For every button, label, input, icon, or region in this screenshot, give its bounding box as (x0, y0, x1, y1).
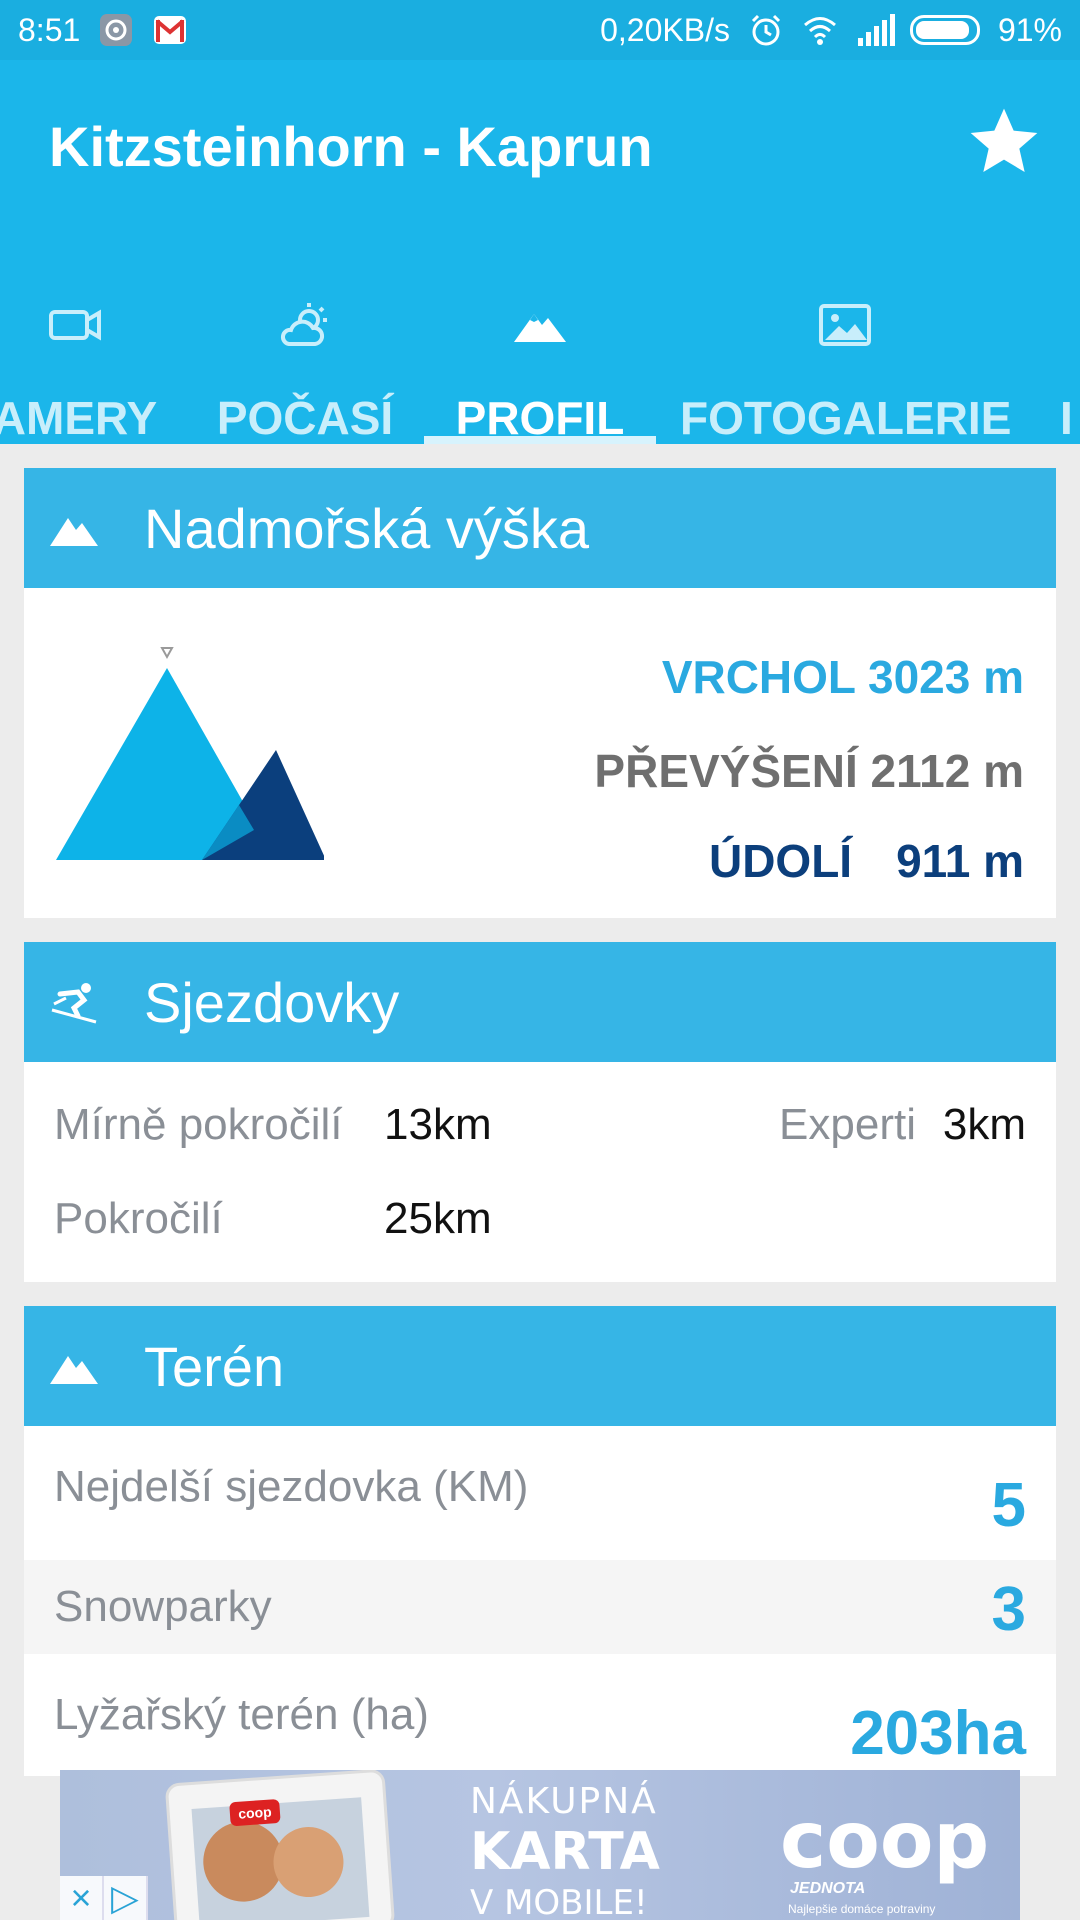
valley-label: ÚDOLÍ (708, 835, 853, 887)
tab-fotogalerie[interactable]: FOTOGALERIE (680, 260, 1012, 444)
terrain-row: Nejdelší sjezdovka (KM) 5 (24, 1426, 1056, 1560)
altitude-body: VRCHOL 3023 m PŘEVÝŠENÍ 2112 m ÚDOLÍ 911 … (24, 588, 1056, 918)
network-speed: 0,20KB/s (600, 11, 730, 48)
terrain-label: Nejdelší sjezdovka (KM) (54, 1462, 529, 1511)
ad-brand-sub: JEDNOTA (790, 1880, 866, 1897)
tab-pocasi[interactable]: POČASÍ (190, 260, 420, 444)
terrain-row: Lyžařský terén (ha) 203ha (24, 1654, 1056, 1776)
ad-close-button[interactable]: × (60, 1876, 104, 1920)
battery-percent: 91% (997, 11, 1062, 48)
app-bar: Kitzsteinhorn - Kaprun AMERY POČASÍ PROF… (0, 60, 1080, 444)
ad-brand-logo: coop (780, 1796, 990, 1886)
tab-label: FOTOGALERIE (680, 392, 1012, 444)
piste-label-intermediate: Mírně pokročilí (54, 1100, 343, 1149)
pistes-header: Sjezdovky (24, 942, 1056, 1062)
piste-label-advanced: Pokročilí (54, 1194, 223, 1243)
wifi-icon (802, 12, 838, 48)
weather-icon (280, 303, 327, 346)
altitude-title: Nadmořská výška (144, 496, 590, 560)
tab-profil[interactable]: PROFIL (424, 260, 656, 444)
altitude-valley: ÚDOLÍ 911 m (709, 834, 1024, 888)
altitude-elevation-gain: PŘEVÝŠENÍ 2112 m (594, 745, 1024, 797)
skier-icon (51, 983, 97, 1024)
terrain-row: Snowparky 3 (24, 1560, 1056, 1654)
battery-fill (915, 21, 969, 39)
ad-brand-tag: Najlepšie domáce potraviny (788, 1902, 936, 1916)
mountain-illustration (56, 647, 324, 860)
app-screen: 8:51 0,20KB/s 91% Kitzsteinhorn - Kaprun… (0, 0, 1080, 1920)
settings-app-icon (98, 12, 134, 48)
status-bar: 8:51 0,20KB/s 91% (0, 0, 1080, 60)
tab-label: AMERY (0, 392, 158, 444)
alarm-icon (748, 12, 784, 48)
gmail-icon (152, 12, 188, 48)
valley-value: 911 m (896, 835, 1024, 887)
altitude-card: Nadmořská výška VRCHOL 3023 m PŘEVÝŠENÍ … (24, 468, 1056, 918)
favorite-button[interactable] (964, 102, 1044, 182)
terrain-header: Terén (24, 1306, 1056, 1426)
mountain-icon (50, 518, 98, 546)
ad-controls: × ▷ (60, 1876, 148, 1920)
status-right: 0,20KB/s 91% (600, 12, 1062, 49)
tab-label: POČASÍ (216, 392, 394, 444)
ad-line-2: KARTA (470, 1822, 660, 1882)
tab-bar: AMERY POČASÍ PROFIL FOTOGALERIE I (0, 260, 1080, 444)
battery-icon (909, 15, 980, 45)
terrain-card: Terén Nejdelší sjezdovka (KM) 5 Snowpark… (24, 1306, 1056, 1776)
terrain-value: 5 (991, 1471, 1026, 1540)
piste-value-advanced: 25km (384, 1194, 492, 1243)
terrain-label: Lyžařský terén (ha) (54, 1690, 429, 1739)
ad-phone-logo: coop (229, 1798, 281, 1827)
tab-label: I (1060, 392, 1073, 444)
mountain-icon (514, 314, 566, 342)
page-title: Kitzsteinhorn - Kaprun (49, 115, 653, 178)
ad-phone-image: coop (164, 1770, 396, 1920)
piste-value-intermediate: 13km (384, 1100, 492, 1149)
tab-next[interactable]: I (1060, 260, 1080, 444)
tab-indicator (424, 436, 656, 444)
pistes-title: Sjezdovky (144, 970, 400, 1034)
mountain-icon (50, 1356, 98, 1384)
tab-kamery[interactable]: AMERY (0, 260, 210, 444)
terrain-label: Snowparky (54, 1582, 272, 1631)
tab-label: PROFIL (455, 392, 625, 444)
ad-line-1: NÁKUPNÁ (470, 1781, 658, 1822)
status-left: 8:51 (18, 12, 188, 49)
pistes-body: Mírně pokročilí 13km Experti 3km Pokroči… (24, 1062, 1056, 1282)
adchoices-button[interactable]: ▷ (104, 1876, 148, 1920)
altitude-header: Nadmořská výška (24, 468, 1056, 588)
terrain-value: 3 (991, 1575, 1026, 1644)
terrain-value: 203ha (850, 1699, 1026, 1768)
ad-banner[interactable]: coop NÁKUPNÁ KARTA V MOBILE! coop JEDNOT… (60, 1770, 1020, 1920)
video-camera-icon (49, 309, 101, 341)
piste-value-expert: 3km (942, 1100, 1026, 1149)
image-icon (819, 304, 871, 346)
signal-icon (856, 12, 895, 48)
close-icon: × (70, 1877, 92, 1918)
piste-label-expert: Experti (779, 1100, 916, 1149)
adchoices-icon: ▷ (111, 1877, 139, 1918)
terrain-title: Terén (144, 1334, 285, 1398)
ad-line-3: V MOBILE! (470, 1883, 648, 1920)
pistes-card: Sjezdovky Mírně pokročilí 13km Experti 3… (24, 942, 1056, 1282)
star-icon (970, 108, 1038, 172)
altitude-summit: VRCHOL 3023 m (661, 651, 1024, 703)
ad-text: NÁKUPNÁ KARTA V MOBILE! (470, 1784, 660, 1920)
status-time: 8:51 (18, 11, 81, 48)
